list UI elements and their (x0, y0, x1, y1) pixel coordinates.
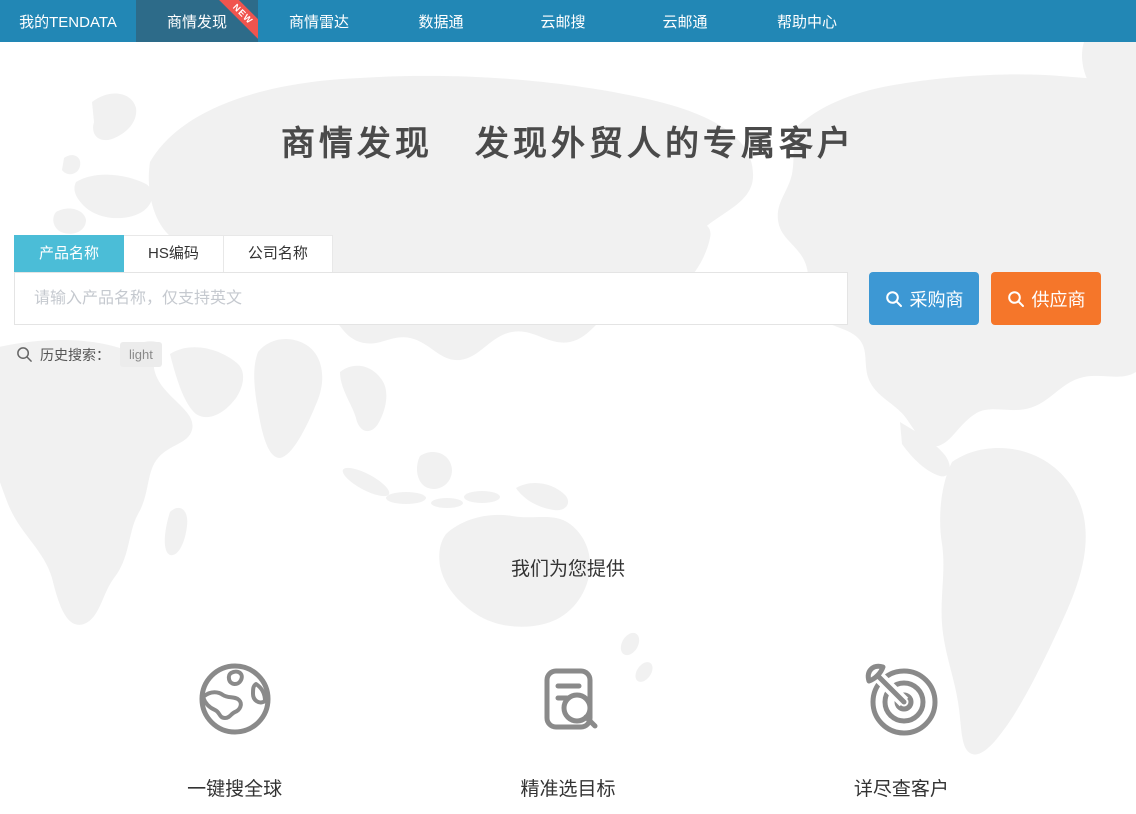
tab-company-name[interactable]: 公司名称 (223, 235, 333, 272)
buyer-search-button[interactable]: 采购商 (869, 272, 979, 325)
search-icon (1007, 290, 1025, 308)
tab-label: 产品名称 (39, 245, 99, 262)
supplier-button-label: 供应商 (1032, 286, 1086, 312)
search-icon (885, 290, 903, 308)
nav-item-label: 数据通 (418, 11, 463, 32)
feature-global-search: 一键搜全球 (68, 659, 401, 801)
globe-icon (195, 659, 275, 739)
nav-item-label: 帮助中心 (777, 11, 837, 32)
nav-item-data-pass[interactable]: 数据通 (380, 0, 502, 42)
nav-item-cloud-mail-pass[interactable]: 云邮通 (624, 0, 746, 42)
feature-label: 精准选目标 (401, 774, 734, 801)
history-label: 历史搜索： (40, 345, 110, 365)
provide-heading: 我们为您提供 (0, 554, 1136, 581)
search-input[interactable] (14, 272, 848, 325)
page-title-primary: 商情发现 (281, 124, 433, 164)
page-title-secondary: 发现外贸人的专属客户 (475, 124, 855, 164)
target-icon (861, 659, 941, 739)
buyer-button-label: 采购商 (910, 286, 964, 312)
history-tag[interactable]: light (120, 342, 162, 367)
feature-label: 一键搜全球 (68, 774, 401, 801)
feature-detailed-customer: 详尽查客户 (735, 659, 1068, 801)
tab-label: 公司名称 (248, 245, 308, 262)
nav-item-label: 商情发现 (167, 11, 227, 32)
nav-item-label: 云邮通 (662, 11, 707, 32)
hero-section: 商情发现 发现外贸人的专属客户 产品名称 HS编码 公司名称 采购商 (0, 42, 1136, 814)
feature-list: 一键搜全球 精准选目标 (68, 659, 1068, 801)
supplier-search-button[interactable]: 供应商 (991, 272, 1101, 325)
nav-item-business-radar[interactable]: 商情雷达 (258, 0, 380, 42)
search-history: 历史搜索： light (16, 342, 1136, 367)
nav-item-label: 商情雷达 (289, 11, 349, 32)
nav-item-label: 云邮搜 (540, 11, 585, 32)
page-title: 商情发现 发现外贸人的专属客户 (0, 42, 1136, 165)
nav-item-label: 我的TENDATA (19, 11, 117, 32)
top-nav: 我的TENDATA 商情发现 NEW 商情雷达 数据通 云邮搜 云邮通 帮助中心 (0, 0, 1136, 42)
tab-product-name[interactable]: 产品名称 (14, 235, 124, 272)
feature-precise-target: 精准选目标 (401, 659, 734, 801)
nav-item-business-discovery[interactable]: 商情发现 NEW (136, 0, 258, 42)
feature-label: 详尽查客户 (735, 774, 1068, 801)
search-tabs: 产品名称 HS编码 公司名称 (14, 235, 1136, 272)
search-bar: 采购商 供应商 (14, 272, 1101, 325)
nav-item-help-center[interactable]: 帮助中心 (746, 0, 868, 42)
history-search-icon (16, 346, 33, 363)
tab-hs-code[interactable]: HS编码 (123, 235, 224, 272)
nav-item-my-tendata[interactable]: 我的TENDATA (0, 0, 136, 42)
tab-label: HS编码 (148, 245, 199, 262)
doc-search-icon (528, 659, 608, 739)
nav-item-cloud-mail-search[interactable]: 云邮搜 (502, 0, 624, 42)
